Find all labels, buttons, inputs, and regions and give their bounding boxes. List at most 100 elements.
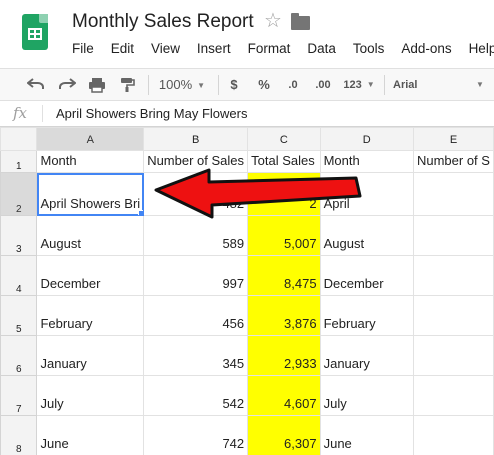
column-header[interactable]: A — [36, 127, 145, 151]
column-header-row: A B C D E — [0, 127, 494, 151]
formula-input[interactable]: April Showers Bring May Flowers — [56, 106, 247, 121]
table-row: 2 April Showers Bri 482 2 April — [0, 172, 494, 216]
cell[interactable]: 742 — [143, 415, 249, 455]
title-bar: Monthly Sales Report ☆ File Edit View In… — [0, 0, 494, 68]
cell[interactable]: 3,876 — [247, 295, 321, 336]
toolbar-divider — [148, 75, 149, 95]
cell[interactable]: 997 — [143, 255, 249, 296]
table-row: 7 July 542 4,607 July — [0, 375, 494, 416]
zoom-caret-icon: ▼ — [197, 80, 206, 90]
table-row: 8 June 742 6,307 June — [0, 415, 494, 455]
font-select[interactable]: Arial ▼ — [393, 75, 484, 95]
zoom-value: 100% — [158, 77, 193, 92]
cell[interactable]: 589 — [143, 215, 249, 256]
cell[interactable]: 2,933 — [247, 335, 321, 376]
currency-format-button[interactable]: $ — [224, 75, 244, 95]
cell[interactable] — [412, 172, 494, 216]
cell[interactable]: July — [36, 375, 145, 416]
cell[interactable] — [412, 255, 494, 296]
cell[interactable]: June — [36, 415, 145, 455]
paint-format-icon[interactable] — [115, 75, 139, 95]
fill-handle[interactable] — [138, 210, 143, 215]
cell[interactable] — [412, 375, 494, 416]
column-header[interactable]: B — [143, 127, 249, 151]
sheets-logo-icon[interactable] — [22, 14, 48, 50]
table-row: 4 December 997 8,475 December — [0, 255, 494, 296]
sheet-table: A B C D E 1 Month Number of Sales Total … — [0, 127, 494, 455]
row-header[interactable]: 7 — [0, 375, 38, 416]
cell[interactable]: June — [319, 415, 414, 455]
table-row: 5 February 456 3,876 February — [0, 295, 494, 336]
cell[interactable]: August — [36, 215, 145, 256]
percent-format-button[interactable]: % — [254, 75, 274, 95]
cell[interactable]: August — [319, 215, 414, 256]
cell[interactable]: April — [319, 172, 414, 216]
menu-insert[interactable]: Insert — [197, 41, 231, 56]
cell[interactable]: 5,007 — [247, 215, 321, 256]
cell[interactable]: January — [36, 335, 145, 376]
cell[interactable]: 8,475 — [247, 255, 321, 296]
menu-edit[interactable]: Edit — [111, 41, 134, 56]
column-header[interactable]: E — [412, 127, 494, 151]
formula-bar: fx April Showers Bring May Flowers — [0, 101, 494, 127]
menu-tools[interactable]: Tools — [353, 41, 385, 56]
cell[interactable]: Number of S — [412, 150, 494, 173]
cell[interactable]: Total Sales — [247, 150, 321, 173]
print-icon[interactable] — [85, 75, 109, 95]
cell[interactable]: 345 — [143, 335, 249, 376]
row-header[interactable]: 1 — [0, 150, 38, 173]
logo-fold — [39, 14, 48, 23]
active-cell[interactable]: April Showers Bri — [36, 172, 145, 216]
more-formats-label: 123 — [343, 79, 362, 91]
row-header[interactable]: 6 — [0, 335, 38, 376]
row-header[interactable]: 5 — [0, 295, 38, 336]
cell[interactable]: February — [319, 295, 414, 336]
cell[interactable]: December — [319, 255, 414, 296]
star-icon[interactable]: ☆ — [264, 11, 282, 31]
column-header[interactable]: D — [319, 127, 414, 151]
column-header[interactable]: C — [247, 127, 321, 151]
cell[interactable]: 4,607 — [247, 375, 321, 416]
cell[interactable]: 542 — [143, 375, 249, 416]
menu-view[interactable]: View — [151, 41, 180, 56]
undo-icon[interactable] — [24, 75, 48, 95]
folder-icon[interactable] — [291, 13, 310, 30]
menu-file[interactable]: File — [72, 41, 94, 56]
cell[interactable]: 2 — [247, 172, 321, 216]
cell[interactable]: July — [319, 375, 414, 416]
decrease-decimal-button[interactable]: .0 — [282, 75, 304, 95]
table-row: 1 Month Number of Sales Total Sales Mont… — [0, 150, 494, 173]
row-header[interactable]: 3 — [0, 215, 38, 256]
cell[interactable] — [412, 415, 494, 455]
row-header[interactable]: 4 — [0, 255, 38, 296]
cell[interactable]: January — [319, 335, 414, 376]
cell[interactable]: 482 — [143, 172, 249, 216]
cell[interactable] — [412, 335, 494, 376]
menu-addons[interactable]: Add-ons — [401, 41, 451, 56]
menu-format[interactable]: Format — [248, 41, 291, 56]
cell[interactable]: Month — [319, 150, 414, 173]
logo-grid — [28, 28, 42, 40]
cell[interactable]: February — [36, 295, 145, 336]
cell[interactable] — [412, 295, 494, 336]
document-title[interactable]: Monthly Sales Report — [72, 11, 254, 33]
font-caret-icon: ▼ — [476, 80, 484, 89]
cell[interactable]: 6,307 — [247, 415, 321, 455]
menu-data[interactable]: Data — [307, 41, 336, 56]
more-formats-button[interactable]: 123 ▼ — [340, 75, 378, 95]
row-header[interactable]: 8 — [0, 415, 38, 455]
cell[interactable] — [412, 215, 494, 256]
menu-help[interactable]: Help — [469, 41, 494, 56]
cell[interactable]: Month — [36, 150, 145, 173]
select-all-corner[interactable] — [0, 127, 38, 151]
cell[interactable]: 456 — [143, 295, 249, 336]
increase-decimal-button[interactable]: .00 — [311, 75, 335, 95]
table-row: 6 January 345 2,933 January — [0, 335, 494, 376]
cell[interactable]: December — [36, 255, 145, 296]
zoom-select[interactable]: 100% ▼ — [152, 75, 212, 95]
toolbar-divider — [218, 75, 219, 95]
menu-bar: File Edit View Insert Format Data Tools … — [72, 40, 494, 58]
row-header[interactable]: 2 — [0, 172, 38, 216]
redo-icon[interactable] — [55, 75, 79, 95]
cell[interactable]: Number of Sales — [143, 150, 249, 173]
